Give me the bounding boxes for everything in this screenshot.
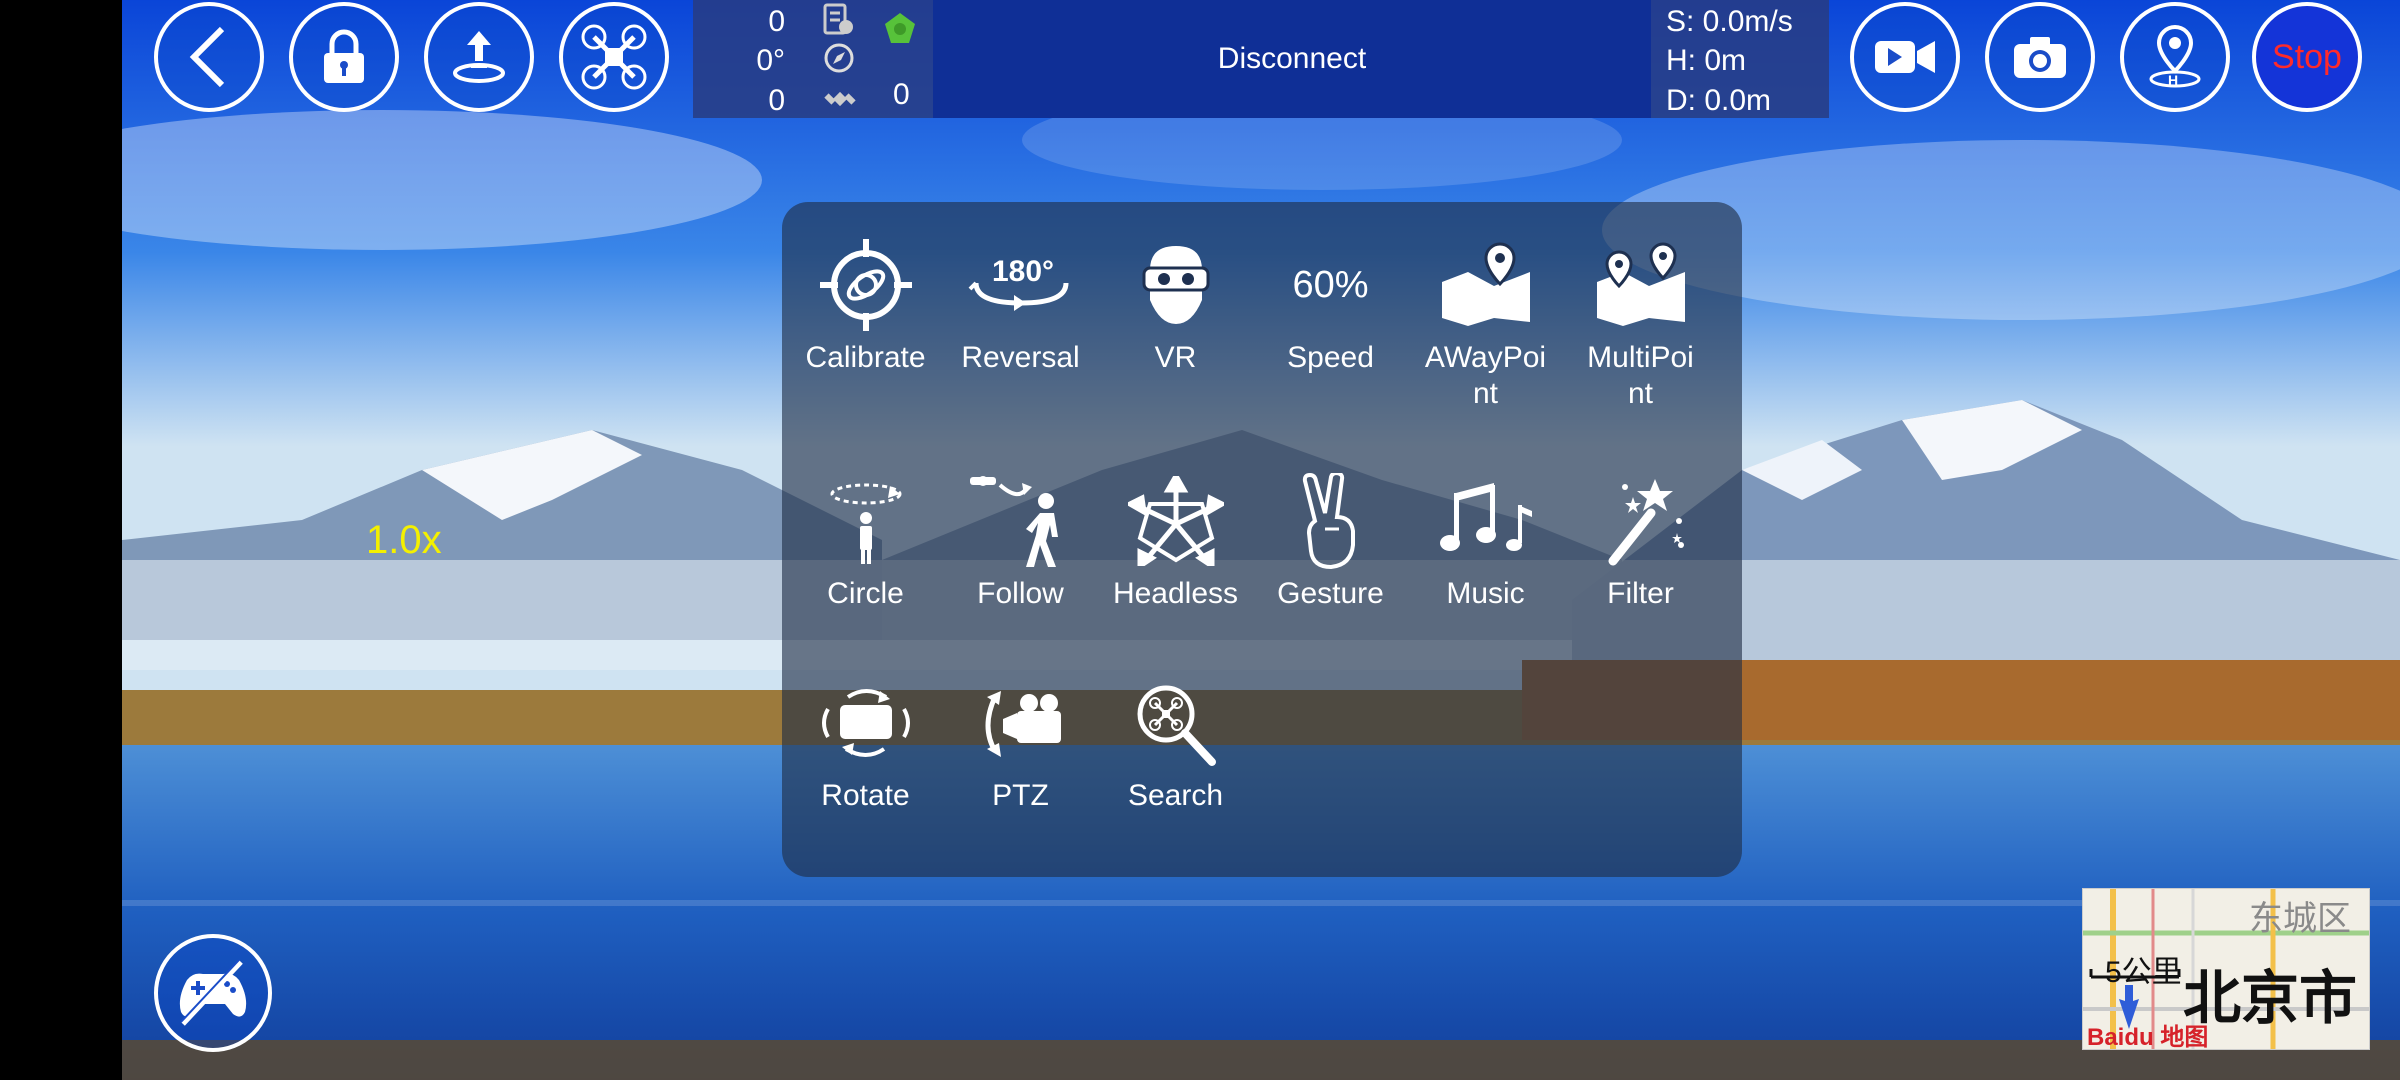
drone-icon (581, 24, 647, 90)
menu-label-multipoint: MultiPoi nt (1587, 341, 1694, 410)
minimap-brand-logo: Baidu 地图 (2087, 1024, 2209, 1050)
vr-headset-icon (1142, 246, 1209, 324)
menu-label-reversal: Reversal (961, 341, 1080, 374)
minimap[interactable]: 东城区 5公里 北京市 Baidu 地图 (2082, 888, 2370, 1050)
svg-text:180°: 180° (992, 255, 1054, 288)
menu-item-music[interactable]: Music (1408, 466, 1563, 612)
music-notes-icon (1439, 483, 1532, 551)
satellite-count: 0 (893, 78, 910, 111)
menu-item-gesture[interactable]: Gesture (1253, 466, 1408, 612)
menu-item-reversal[interactable]: 180° Reversal (943, 230, 1098, 376)
satellite-icon (824, 91, 856, 107)
takeoff-button[interactable] (424, 2, 534, 112)
menu-item-follow[interactable]: Follow (943, 466, 1098, 612)
menu-item-headless[interactable]: Headless (1098, 466, 1253, 612)
left-black-strip (0, 0, 122, 1080)
compass-icon (824, 43, 854, 73)
drone-button[interactable] (559, 2, 669, 112)
menu-item-circle[interactable]: Circle (788, 466, 943, 612)
gps-status-icon (885, 13, 915, 43)
take-photo-button[interactable] (1985, 2, 2095, 112)
menu-item-ptz[interactable]: PTZ (943, 668, 1098, 814)
height-readout: H: 0m (1666, 44, 1747, 77)
circle-orbit-icon (830, 483, 901, 564)
minimap-scale-label: 5公里 (2105, 956, 2182, 989)
menu-label-vr: VR (1154, 341, 1197, 374)
menu-item-filter[interactable]: Filter (1563, 466, 1718, 612)
menu-label-calibrate: Calibrate (805, 341, 926, 374)
back-button[interactable] (154, 2, 264, 112)
stop-button[interactable]: Stop (2252, 2, 2362, 112)
menu-item-search[interactable]: Search (1098, 668, 1253, 814)
menu-label-music: Music (1446, 577, 1525, 610)
takeoff-icon (453, 31, 505, 83)
battery-document-icon (823, 3, 853, 35)
menu-item-multipoint[interactable]: MultiPoi nt (1563, 230, 1718, 412)
ptz-camera-icon (985, 691, 1061, 757)
menu-label-headless: Headless (1112, 577, 1239, 610)
menu-label-circle: Circle (827, 577, 904, 610)
follow-me-icon (969, 476, 1058, 567)
menu-label-search: Search (1127, 779, 1224, 812)
connection-status-label: Disconnect (1217, 42, 1367, 75)
menu-label-ptz: PTZ (992, 779, 1049, 812)
reversal-180-icon: 180° (968, 255, 1068, 311)
rotate-screen-icon (821, 689, 910, 757)
function-menu-panel: Calibrate 180° Reversal VR 60% Speed AWa… (782, 202, 1742, 877)
menu-item-awaypoint[interactable]: AWayPoi nt (1408, 230, 1563, 412)
multi-waypoint-map-icon (1596, 242, 1685, 326)
back-icon (189, 26, 225, 88)
victory-hand-icon (1302, 473, 1355, 569)
menu-item-rotate[interactable]: Rotate (788, 668, 943, 814)
menu-label-rotate: Rotate (821, 779, 910, 812)
menu-item-speed[interactable]: 60% Speed (1253, 230, 1408, 376)
location-pin-icon: H (2149, 25, 2201, 88)
record-video-button[interactable] (1850, 2, 1960, 112)
svg-text:H: H (2168, 72, 2178, 88)
heading-value: 0° (756, 44, 785, 77)
gamepad-disabled-icon (179, 959, 247, 1026)
search-drone-icon (1137, 685, 1216, 766)
minimap-district-label: 东城区 (2249, 900, 2351, 938)
speed-percentage: 60% (1292, 263, 1369, 306)
telemetry-value-top: 0 (768, 5, 785, 38)
return-home-button[interactable]: H (2120, 2, 2230, 112)
distance-readout: D: 0.0m (1666, 84, 1772, 117)
lock-button[interactable] (289, 2, 399, 112)
speed-readout: S: 0.0m/s (1666, 5, 1793, 38)
calibrate-icon (819, 239, 912, 331)
zoom-indicator: 1.0x (366, 518, 442, 562)
flight-stats-panel: S: 0.0m/s H: 0m D: 0.0m (1651, 0, 1829, 118)
magic-wand-icon (1608, 479, 1684, 566)
minimap-city-label: 北京市 (2182, 966, 2357, 1031)
menu-item-calibrate[interactable]: Calibrate (788, 230, 943, 376)
menu-label-filter: Filter (1607, 577, 1674, 610)
headless-mode-icon (1127, 476, 1224, 566)
video-camera-icon (1875, 41, 1935, 73)
menu-label-follow: Follow (977, 577, 1064, 610)
menu-label-speed: Speed (1287, 341, 1374, 374)
camera-icon (2014, 37, 2066, 78)
telemetry-panel: 0 0° 0 0 (693, 0, 933, 118)
lock-icon (324, 29, 364, 83)
gamepad-toggle-button[interactable] (154, 934, 272, 1052)
connection-status-bar[interactable]: Disconnect (933, 0, 1651, 118)
telemetry-value-bottom: 0 (768, 84, 785, 117)
single-waypoint-map-icon (1441, 242, 1530, 326)
stop-label: Stop (2272, 37, 2342, 76)
menu-label-awaypoint: AWayPoi nt (1424, 341, 1547, 410)
menu-label-gesture: Gesture (1277, 577, 1384, 610)
menu-item-vr[interactable]: VR (1098, 230, 1253, 376)
